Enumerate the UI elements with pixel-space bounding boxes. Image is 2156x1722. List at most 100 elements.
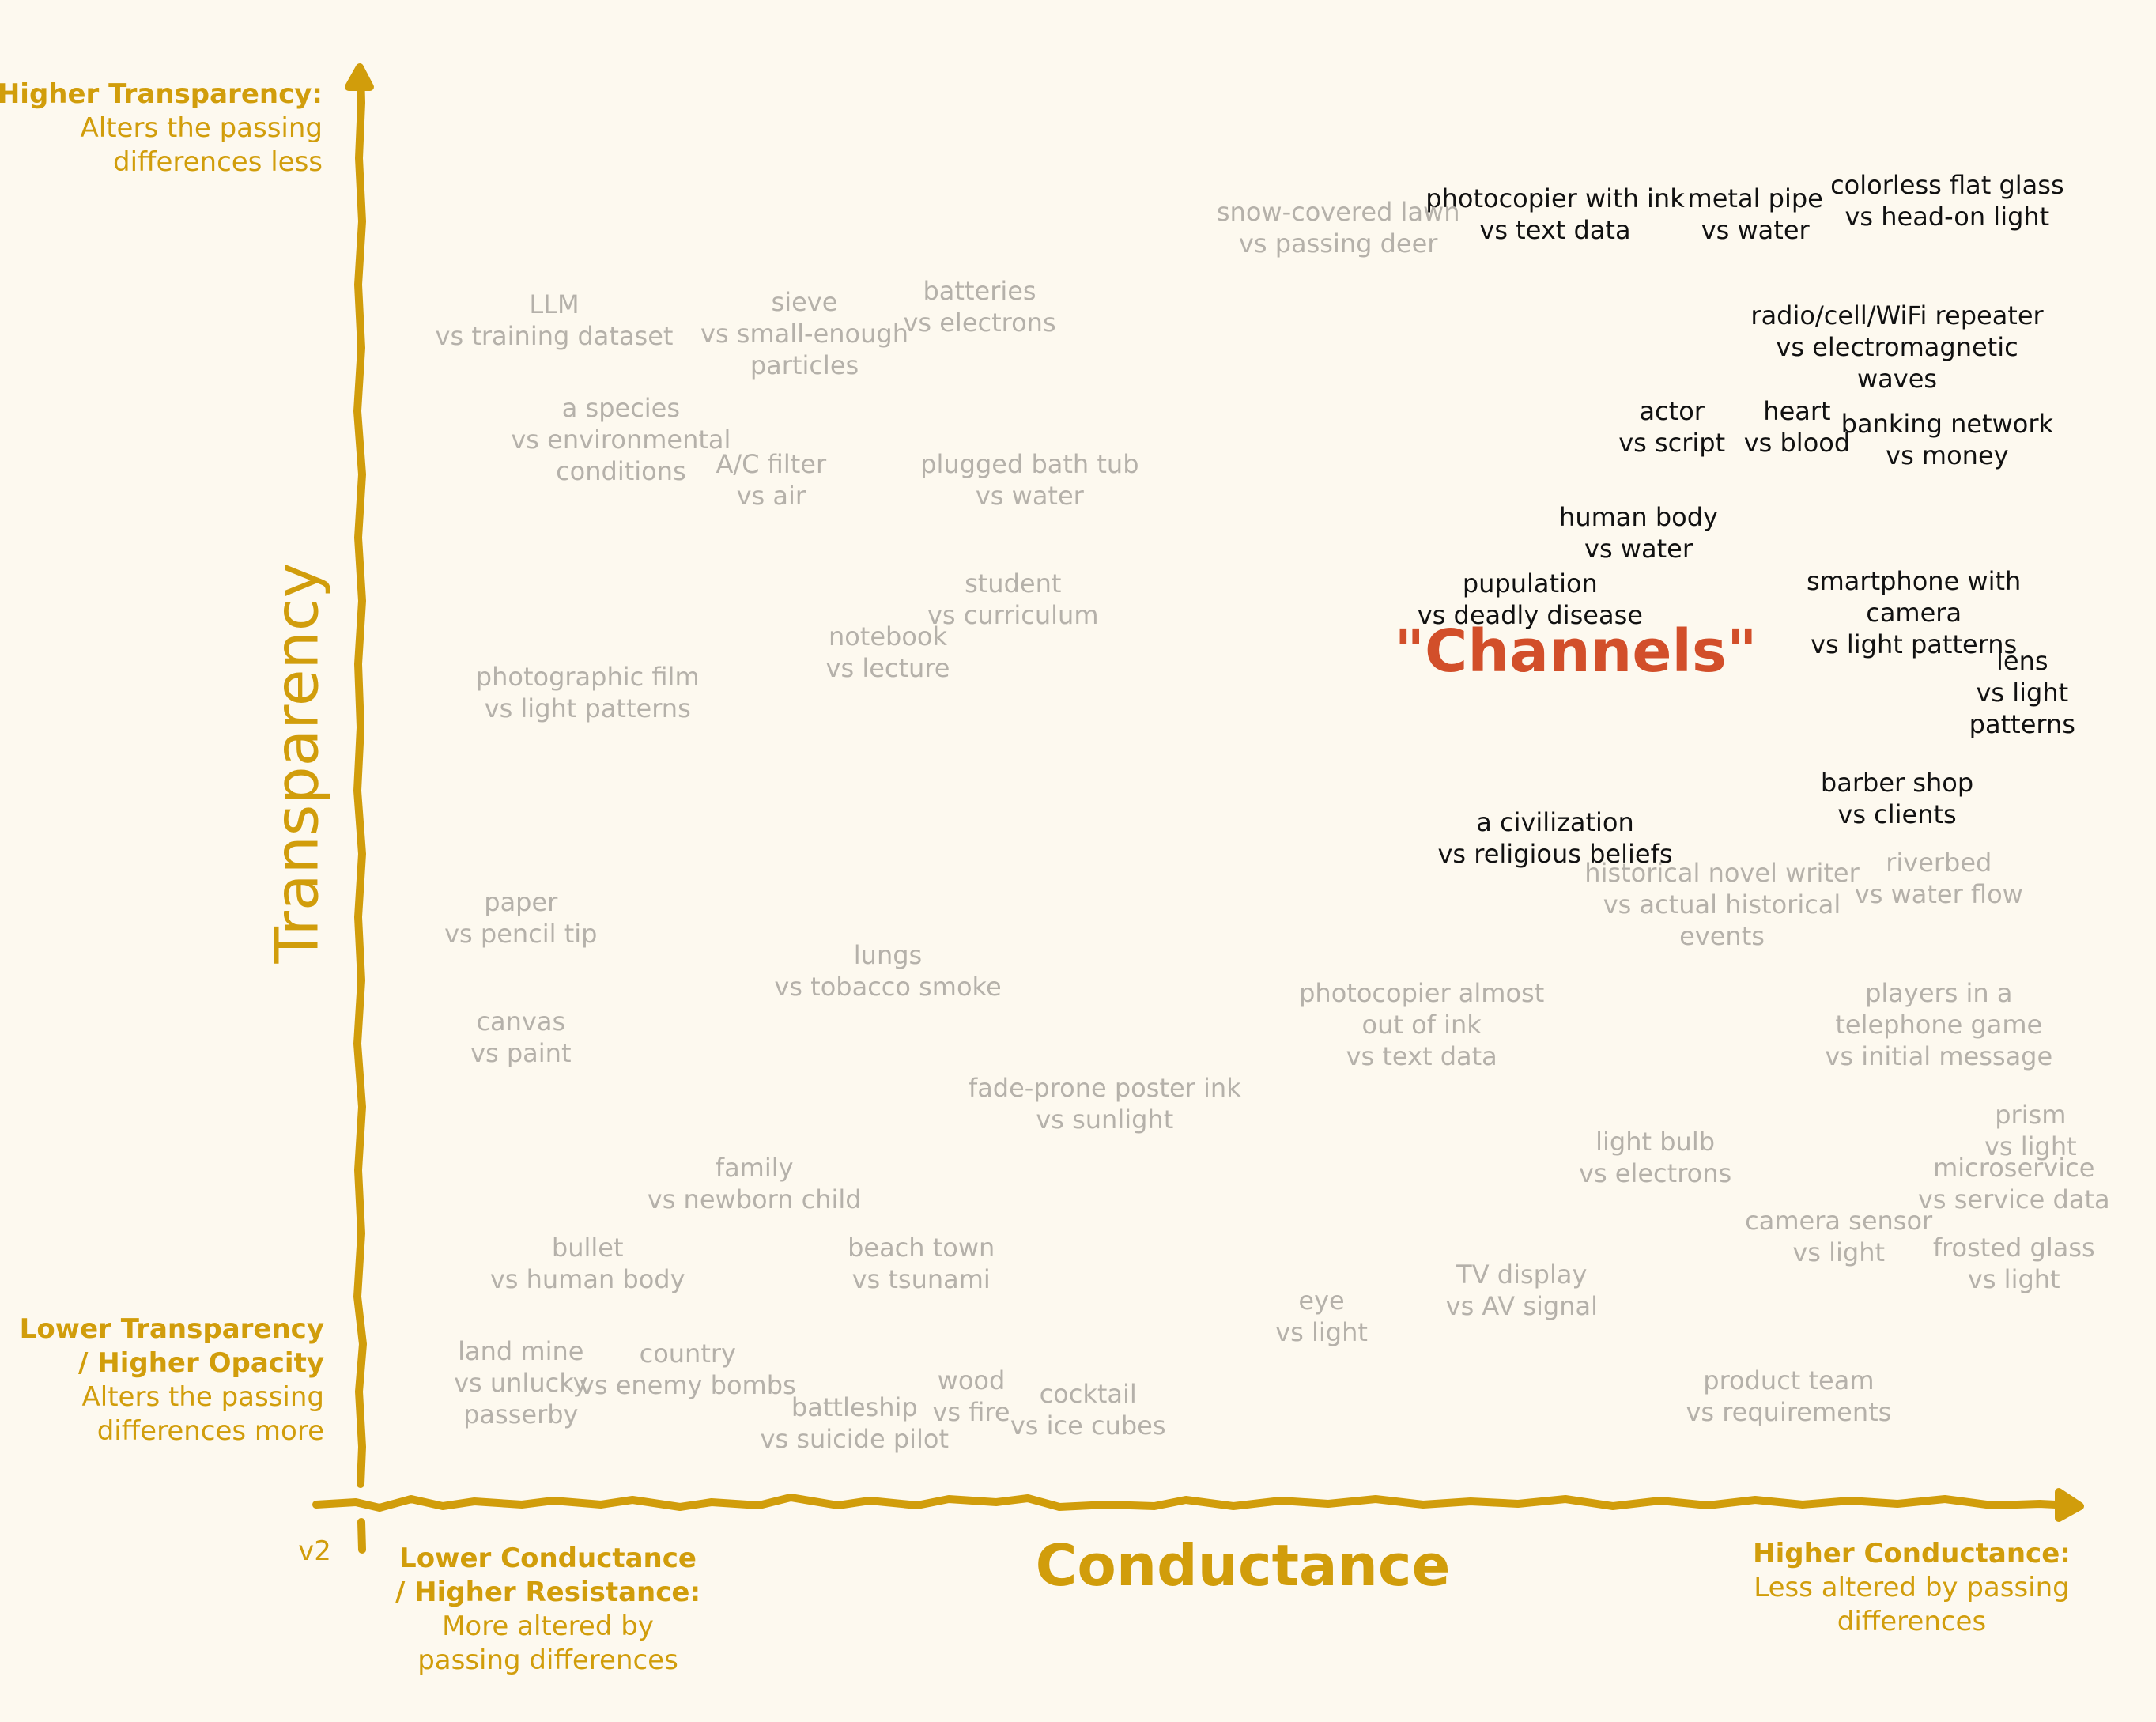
item-text-line: vs pencil tip — [444, 919, 598, 950]
item-text-line: batteries — [923, 276, 1036, 307]
item-text-line: metal pipe — [1687, 183, 1823, 213]
item-text-line: colorless flat glass — [1830, 170, 2064, 200]
item-text-line: TV display — [1456, 1259, 1588, 1290]
x-axis-high-desc-line: differences — [1837, 1606, 1987, 1637]
non-channel-item: light bulb vs electrons — [1579, 1126, 1731, 1189]
non-channel-item: LLM vs training dataset — [436, 289, 674, 352]
item-text-line: a civilization — [1476, 807, 1634, 838]
non-channel-item: battleship vs suicide pilot — [761, 1392, 950, 1455]
item-text-line: vs head-on light — [1844, 202, 2050, 232]
non-channel-item: canvas vs paint — [470, 1006, 571, 1069]
item-text-line: notebook — [828, 621, 948, 652]
item-text-line: vs light — [1967, 1264, 2060, 1294]
item-text-line: camera — [1866, 597, 1962, 628]
item-text-line: lens — [1996, 645, 2048, 676]
item-text-line: vs light — [1976, 677, 2069, 708]
item-text-line: vs blood — [1743, 427, 1851, 458]
item-text-line: photocopier almost — [1299, 977, 1545, 1008]
channel-item: actor vs script — [1618, 395, 1725, 459]
non-channel-item: eye vs light — [1275, 1285, 1368, 1348]
item-text-line: battleship — [791, 1392, 918, 1422]
item-text-line: events — [1679, 921, 1765, 952]
item-text-line: waves — [1857, 363, 1938, 394]
x-axis-line — [312, 1494, 2075, 1512]
non-channel-item: TV display vs AV signal — [1446, 1259, 1598, 1322]
item-text-line: vs sunlight — [1036, 1105, 1174, 1135]
non-channel-item: photocopier almost out of ink vs text data — [1299, 977, 1544, 1072]
item-text-line: eye — [1298, 1286, 1345, 1316]
item-text-line: product team — [1703, 1365, 1875, 1395]
y-axis-low-note: Lower Transparency / Higher Opacity Alte… — [20, 1312, 324, 1448]
non-channel-item: snow-covered lawn vs passing deer — [1217, 196, 1460, 259]
version-label: v2 — [298, 1535, 331, 1567]
channel-item: radio/cell/WiFi repeater vs electromagnet… — [1750, 300, 2043, 395]
item-text-line: vs paint — [470, 1038, 572, 1069]
item-text-line: vs AV signal — [1445, 1290, 1598, 1321]
item-text-line: vs suicide pilot — [760, 1423, 950, 1454]
item-text-line: vs ice cubes — [1010, 1410, 1166, 1441]
item-text-line: land mine — [458, 1336, 584, 1367]
non-channel-item: A/C filter vs air — [716, 448, 826, 512]
non-channel-item: family vs newborn child — [648, 1152, 862, 1215]
item-text-line: vs text data — [1479, 214, 1631, 245]
x-axis-title: Conductance — [1035, 1532, 1451, 1599]
item-text-line: passerby — [463, 1399, 579, 1430]
non-channel-item: photographic film vs light patterns — [476, 661, 700, 724]
item-text-line: sieve — [771, 287, 838, 317]
item-text-line: heart — [1763, 395, 1831, 426]
item-text-line: vs environmental — [511, 425, 731, 455]
item-text-line: cocktail — [1039, 1378, 1137, 1409]
x-axis-low-heading-line: Lower Conductance — [399, 1543, 697, 1574]
y-axis-high-desc-line: Alters the passing — [80, 112, 323, 144]
non-channel-item: riverbed vs water flow — [1855, 847, 2023, 910]
item-text-line: vs light — [1275, 1317, 1368, 1348]
item-text-line: vs water flow — [1854, 878, 2023, 909]
item-text-line: beach town — [848, 1233, 995, 1263]
item-text-line: vs passing deer — [1238, 228, 1438, 259]
item-text-line: patterns — [1969, 708, 2075, 739]
item-text-line: vs small-enough — [700, 319, 908, 349]
item-text-line: conditions — [556, 456, 686, 487]
channel-item: human body vs water — [1559, 501, 1718, 565]
item-text-line: telephone game — [1835, 1009, 2043, 1040]
non-channel-item: camera sensor vs light — [1745, 1205, 1932, 1268]
y-axis-high-desc-line: differences less — [113, 146, 323, 178]
y-axis-low-desc-line: differences more — [96, 1415, 324, 1447]
item-text-line: vs air — [736, 480, 806, 511]
non-channel-item: bullet vs human body — [490, 1232, 685, 1295]
item-text-line: vs light — [1792, 1237, 1886, 1268]
y-axis-title: Transparency — [261, 562, 332, 964]
item-text-line: vs requirements — [1686, 1397, 1892, 1427]
item-text-line: microservice — [1933, 1153, 2095, 1184]
y-axis-high-heading: Higher Transparency: — [0, 78, 323, 110]
channel-item: barber shop vs clients — [1821, 767, 1973, 830]
item-text-line: smartphone with — [1806, 565, 2022, 596]
item-text-line: vs tobacco smoke — [774, 972, 1002, 1003]
non-channel-item: product team vs requirements — [1686, 1365, 1891, 1428]
item-text-line: vs deadly disease — [1417, 600, 1643, 630]
item-text-line: a species — [561, 393, 681, 424]
item-text-line: photocopier with ink — [1425, 183, 1685, 213]
item-text-line: camera sensor — [1745, 1206, 1933, 1237]
item-text-line: bullet — [551, 1233, 624, 1263]
item-text-line: vs initial message — [1825, 1040, 2053, 1071]
item-text-line: prism — [1995, 1100, 2067, 1130]
channel-item: banking network vs money — [1841, 408, 2053, 471]
item-text-line: vs text data — [1346, 1040, 1497, 1071]
item-text-line: family — [715, 1153, 794, 1184]
item-text-line: vs tsunami — [851, 1264, 991, 1294]
item-text-line: vs service data — [1917, 1184, 2110, 1215]
item-text-line: vs human body — [489, 1264, 685, 1294]
x-axis-high-desc-line: Less altered by passing — [1754, 1572, 2070, 1603]
non-channel-item: notebook vs lecture — [826, 621, 950, 684]
item-text-line: vs money — [1886, 440, 2009, 471]
item-text-line: banking network — [1841, 409, 2054, 440]
y-axis-high-note: Higher Transparency: Alters the passing … — [0, 77, 323, 179]
item-text-line: particles — [750, 350, 859, 380]
non-channel-item: batteries vs electrons — [903, 275, 1055, 338]
item-text-line: historical novel writer — [1584, 858, 1860, 889]
item-text-line: plugged bath tub — [920, 448, 1139, 479]
channel-item: heart vs blood — [1744, 395, 1850, 459]
x-axis-high-note: Higher Conductance: Less altered by pass… — [1753, 1537, 2071, 1639]
x-axis-low-desc-line: passing differences — [417, 1645, 678, 1676]
